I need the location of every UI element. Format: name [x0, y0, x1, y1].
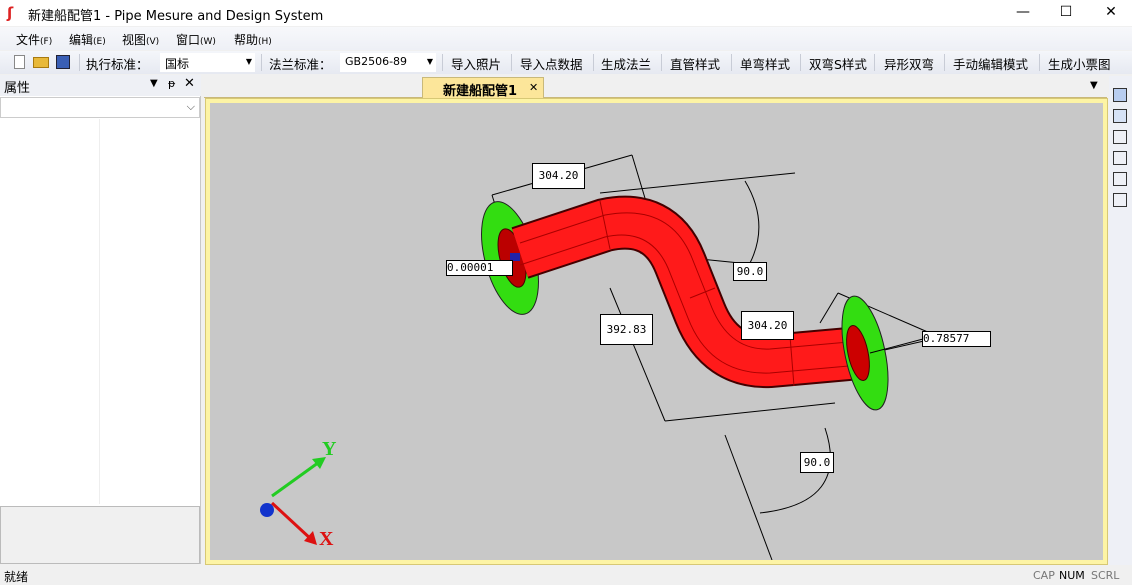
status-text: 就绪 [4, 570, 29, 584]
close-panel-icon[interactable]: ✕ [184, 76, 195, 91]
menu-bar: 文件(F) 编辑(E) 视图(V) 窗口(W) 帮助(H) [0, 27, 1132, 50]
y-axis-label: Y [322, 438, 337, 460]
menu-help[interactable]: 帮助(H) [234, 31, 272, 48]
maximize-button[interactable]: ☐ [1043, 0, 1089, 26]
x-axis-arrow [270, 501, 314, 542]
status-bar: 就绪 CAP NUM SCRL [0, 565, 1132, 585]
panel-title: 属性 [4, 81, 31, 96]
menu-file[interactable]: 文件(F) [16, 31, 52, 48]
description-box [0, 506, 200, 564]
cap-indicator: CAP [1033, 569, 1055, 582]
view-toolbar [1109, 76, 1132, 565]
flange-label: 法兰标准： [269, 57, 332, 72]
dropdown-icon[interactable]: ▼ [150, 78, 158, 89]
manual-edit-button[interactable]: 手动编辑模式 [953, 54, 1028, 73]
tab-list-icon[interactable]: ▼ [1090, 80, 1098, 91]
irregular-double-bend-button[interactable]: 异形双弯 [884, 54, 934, 73]
dimension-label[interactable]: 0.00001 [446, 260, 513, 276]
tab-label: 新建船配管1 [443, 84, 518, 99]
view-back-icon[interactable] [1113, 109, 1127, 123]
close-button[interactable]: ✕ [1088, 0, 1132, 26]
dimension-label[interactable]: 90.0 [800, 452, 834, 473]
open-folder-icon[interactable] [33, 57, 49, 68]
model-canvas[interactable]: Y X 304.20 0.00001 90.0 392.83 304.20 0.… [210, 103, 1103, 560]
pin-icon[interactable]: ᵽ [168, 77, 175, 90]
standard-select[interactable]: 国标 ▼ [160, 53, 255, 72]
app-logo-icon: ʃ [7, 4, 14, 22]
title-bar: ʃ 新建船配管1 - Pipe Mesure and Design System… [0, 0, 1132, 26]
menu-edit[interactable]: 编辑(E) [69, 31, 106, 48]
pipe-body [512, 197, 863, 387]
z-axis-dot [260, 503, 274, 517]
3d-viewport[interactable]: Y X 304.20 0.00001 90.0 392.83 304.20 0.… [205, 98, 1108, 565]
new-file-icon[interactable] [14, 55, 25, 69]
dimension-label[interactable]: 0.78577 [922, 331, 991, 347]
save-icon[interactable] [56, 55, 70, 69]
view-front-icon[interactable] [1113, 88, 1127, 102]
window-title: 新建船配管1 - Pipe Mesure and Design System [28, 9, 324, 24]
dimension-label[interactable]: 392.83 [600, 314, 653, 345]
minimize-button[interactable]: — [1000, 0, 1046, 26]
import-photo-button[interactable]: 导入照片 [451, 54, 501, 73]
x-axis-label: X [319, 528, 334, 550]
properties-panel: 属性 ▼ ᵽ ✕ ⌵ [0, 75, 201, 564]
single-bend-button[interactable]: 单弯样式 [740, 54, 790, 73]
view-right-icon[interactable] [1113, 151, 1127, 165]
close-tab-icon[interactable]: ✕ [529, 81, 538, 94]
menu-view[interactable]: 视图(V) [122, 31, 159, 48]
chevron-down-icon: ▼ [245, 57, 252, 66]
standard-label: 执行标准： [86, 57, 149, 72]
tab-new-ship-pipe[interactable]: 新建船配管1 ✕ [422, 77, 544, 99]
menu-window[interactable]: 窗口(W) [176, 31, 216, 48]
flange-select[interactable]: GB2506-89 ▼ [340, 53, 436, 72]
view-top-icon[interactable] [1113, 172, 1127, 186]
view-left-icon[interactable] [1113, 130, 1127, 144]
import-points-button[interactable]: 导入点数据 [520, 54, 583, 73]
chevron-down-icon: ⌵ [186, 100, 195, 113]
generate-flange-button[interactable]: 生成法兰 [601, 54, 651, 73]
straight-pipe-button[interactable]: 直管样式 [670, 54, 720, 73]
property-grid-divider [99, 119, 100, 504]
view-bottom-icon[interactable] [1113, 193, 1127, 207]
generate-ticket-button[interactable]: 生成小票图 [1048, 54, 1111, 73]
scrl-indicator: SCRL [1091, 569, 1120, 582]
object-select[interactable]: ⌵ [0, 97, 200, 118]
dimension-label[interactable]: 304.20 [532, 163, 585, 189]
chevron-down-icon: ▼ [426, 57, 433, 66]
dimension-label[interactable]: 304.20 [741, 311, 794, 340]
dimension-label[interactable]: 90.0 [733, 262, 767, 281]
panel-header: 属性 ▼ ᵽ ✕ [0, 75, 201, 96]
double-bend-s-button[interactable]: 双弯S样式 [809, 54, 867, 73]
y-axis-arrow [271, 458, 323, 498]
num-indicator: NUM [1059, 569, 1085, 582]
document-tabs: 新建船配管1 ✕ ▼ [204, 75, 1107, 99]
toolbar: 执行标准： 国标 ▼ 法兰标准： GB2506-89 ▼ 导入照片 导入点数据 生成… [0, 51, 1132, 74]
